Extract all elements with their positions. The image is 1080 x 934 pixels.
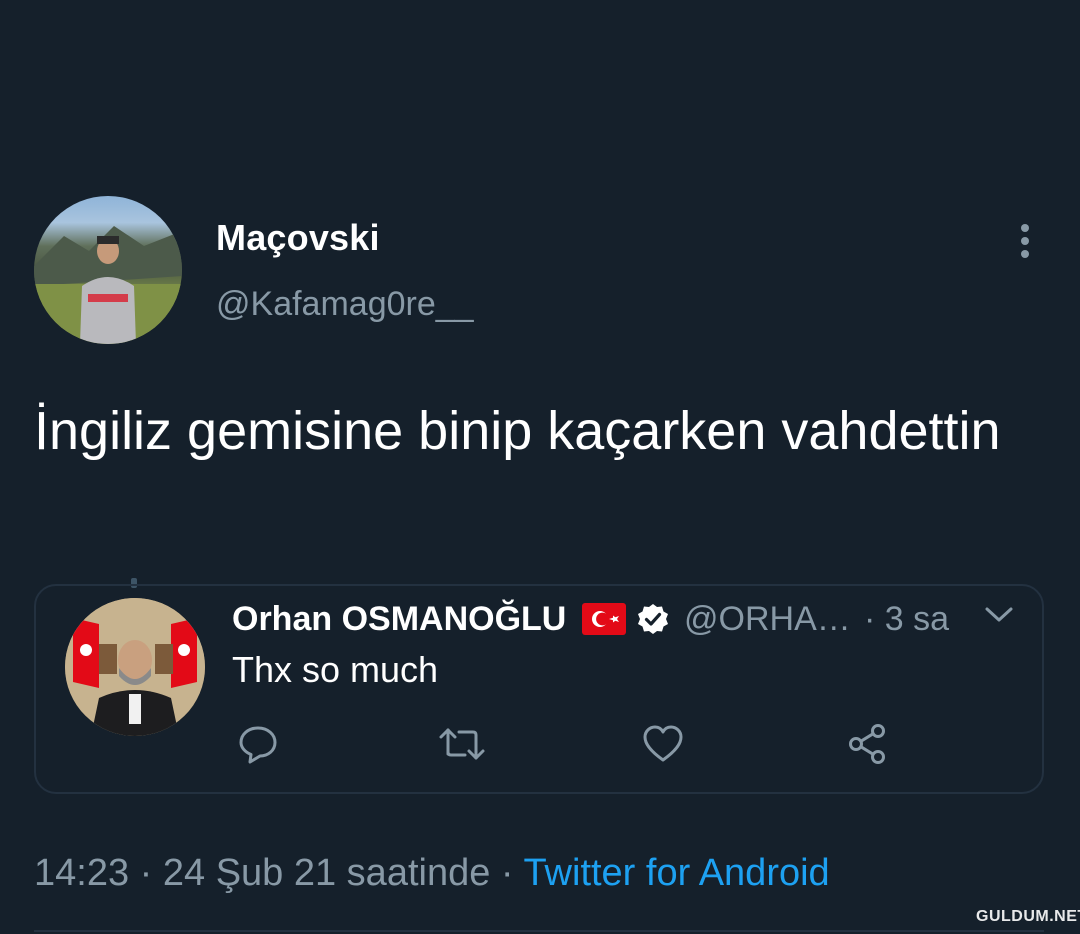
author-display-name[interactable]: Maçovski xyxy=(216,217,380,259)
watermark: GULDUM.NET xyxy=(976,908,1080,925)
quoted-author-handle[interactable]: @ORHA… xyxy=(684,600,851,639)
quoted-tweet-text: Thx so much xyxy=(232,649,439,690)
tweet-source-link[interactable]: Twitter for Android xyxy=(523,852,829,894)
retweet-icon[interactable] xyxy=(438,722,485,766)
share-icon[interactable] xyxy=(845,722,889,766)
turkey-flag-icon xyxy=(582,603,626,635)
tweet-timestamp[interactable]: 14:23 · 24 Şub 21 saatinde · xyxy=(34,852,523,894)
quoted-author-display-name[interactable]: Orhan OSMANOĞLU xyxy=(232,600,566,639)
author-avatar[interactable] xyxy=(34,196,182,344)
chevron-down-icon[interactable] xyxy=(982,604,1016,626)
quoted-tweet-time[interactable]: · 3 sa xyxy=(864,600,949,639)
verified-badge-icon xyxy=(636,602,670,636)
quoted-author-avatar[interactable] xyxy=(65,598,205,736)
like-icon[interactable] xyxy=(641,722,685,766)
reply-icon[interactable] xyxy=(236,722,280,766)
divider xyxy=(34,930,1044,932)
tweet-metadata: 14:23 · 24 Şub 21 saatinde · Twitter for… xyxy=(34,852,830,895)
author-handle[interactable]: @Kafamag0re__ xyxy=(216,285,474,324)
more-vertical-icon[interactable] xyxy=(1010,222,1040,262)
tweet-text: İngiliz gemisine binip kaçarken vahdetti… xyxy=(34,401,1001,461)
